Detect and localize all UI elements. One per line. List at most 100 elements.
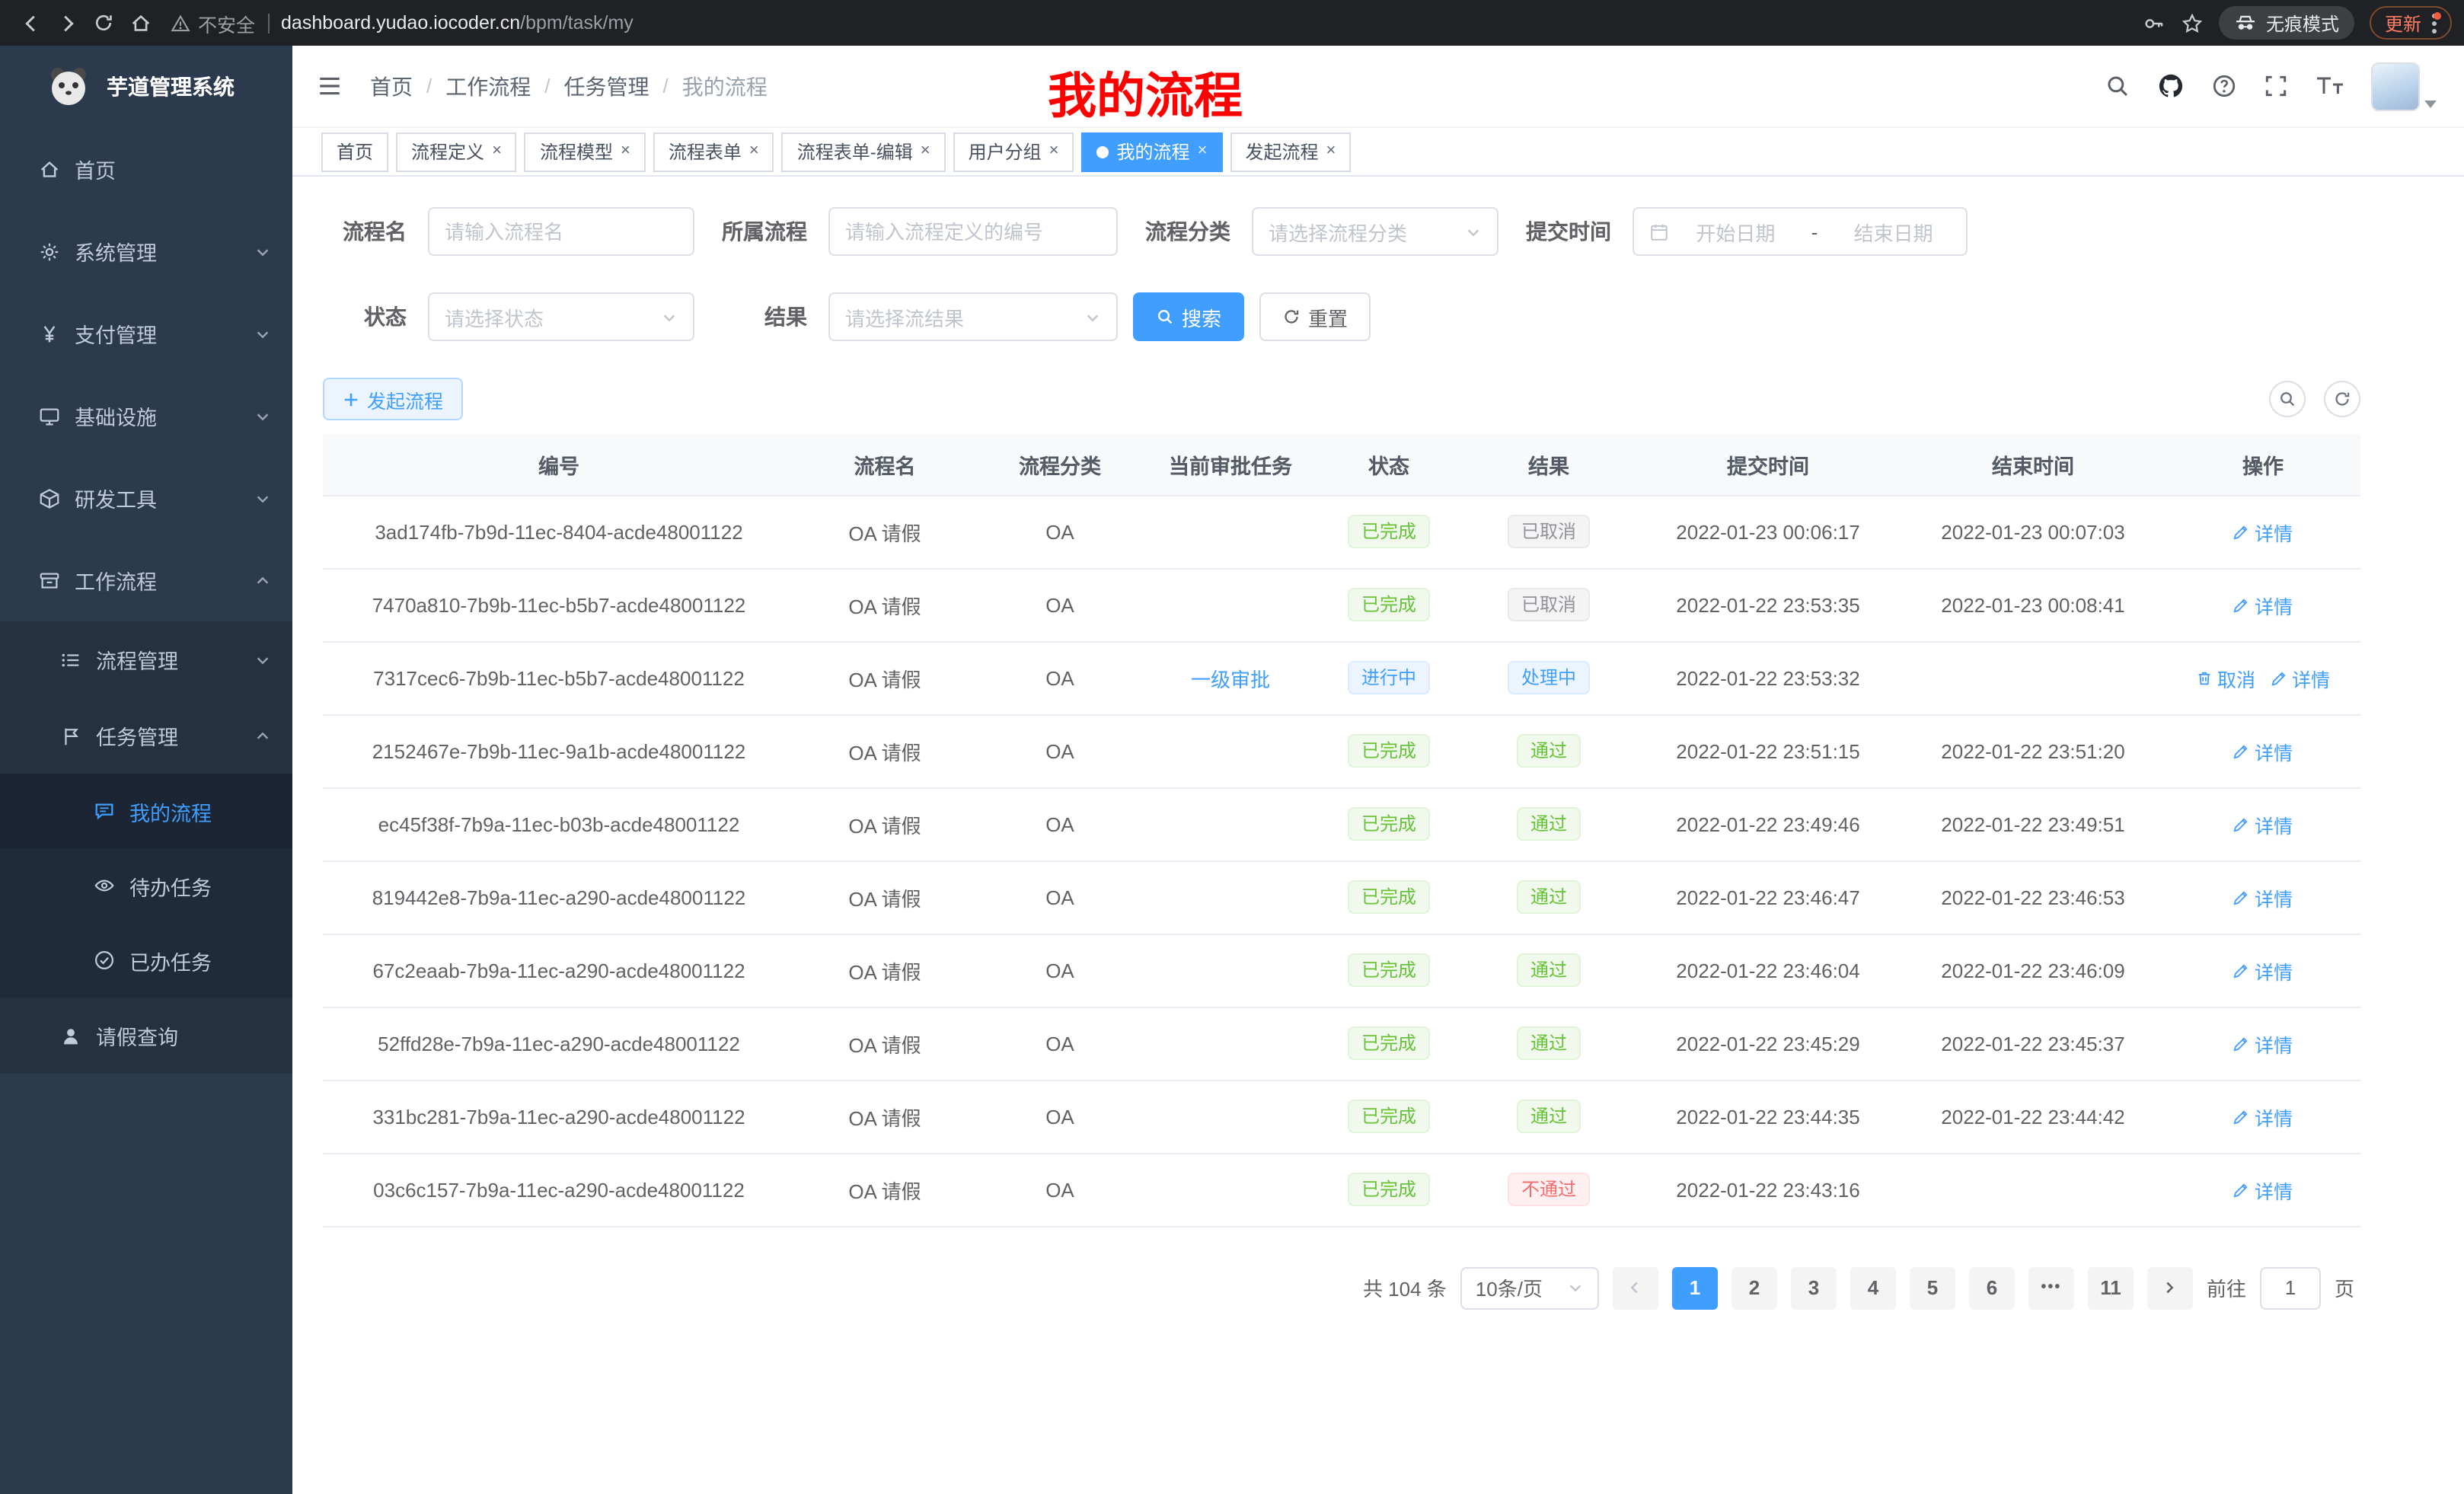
goto-prefix: 前往	[2207, 1273, 2246, 1302]
close-icon[interactable]: ×	[1049, 143, 1059, 160]
sidebar-item-system[interactable]: 系统管理	[0, 210, 292, 292]
sidebar-item-home[interactable]: 首页	[0, 128, 292, 210]
sidebar-item-devtools[interactable]: 研发工具	[0, 457, 292, 539]
browser-update-button[interactable]: 更新	[2370, 6, 2452, 40]
tab-process-form[interactable]: 流程表单×	[653, 132, 774, 171]
sidebar-item-infrastructure[interactable]: 基础设施	[0, 375, 292, 457]
tab-process-model[interactable]: 流程模型×	[525, 132, 646, 171]
cell-category: OA	[975, 860, 1145, 934]
close-icon[interactable]: ×	[1198, 143, 1208, 160]
detail-link[interactable]: 详情	[2271, 663, 2330, 692]
detail-link[interactable]: 详情	[2233, 1175, 2293, 1204]
page-size-select[interactable]: 10条/页	[1460, 1266, 1599, 1309]
cancel-link[interactable]: 取消	[2196, 663, 2255, 692]
detail-link[interactable]: 详情	[2233, 883, 2293, 911]
status-tag: 进行中	[1348, 661, 1430, 694]
detail-link[interactable]: 详情	[2233, 1102, 2293, 1131]
status-tag: 已完成	[1348, 880, 1430, 914]
next-page-button[interactable]	[2147, 1266, 2193, 1309]
address-bar[interactable]: 不安全 dashboard.yudao.iocoder.cn/bpm/task/…	[171, 8, 2143, 37]
page-annotation: 我的流程	[1048, 58, 1243, 128]
avatar[interactable]	[2371, 62, 2420, 110]
tab-my-process[interactable]: 我的流程×	[1082, 132, 1223, 171]
goto-page-input[interactable]	[2260, 1266, 2321, 1309]
search-icon[interactable]	[2105, 73, 2130, 99]
breadcrumb-workflow[interactable]: 工作流程	[445, 71, 531, 101]
tab-user-group[interactable]: 用户分组×	[953, 132, 1074, 171]
col-submit-time: 提交时间	[1636, 434, 1901, 495]
result-select[interactable]: 请选择流结果	[828, 292, 1118, 341]
reset-button[interactable]: 重置	[1259, 292, 1371, 341]
tab-start-process[interactable]: 发起流程×	[1230, 132, 1351, 171]
tab-home[interactable]: 首页	[321, 132, 388, 171]
breadcrumb-task-management[interactable]: 任务管理	[564, 71, 650, 101]
table-row: 3ad174fb-7b9d-11ec-8404-acde48001122 OA …	[323, 495, 2360, 568]
security-status[interactable]: 不安全	[171, 8, 255, 37]
refresh-button[interactable]	[2324, 381, 2360, 417]
current-task-link[interactable]: 一级审批	[1191, 663, 1270, 692]
user-menu[interactable]	[2371, 62, 2437, 110]
close-icon[interactable]: ×	[492, 143, 502, 160]
cell-current-task	[1145, 860, 1316, 934]
process-id-input[interactable]	[828, 207, 1118, 256]
browser-back-button[interactable]	[12, 5, 49, 41]
cell-status: 已完成	[1316, 1153, 1462, 1226]
cell-submit-time: 2022-01-22 23:53:35	[1636, 568, 1901, 641]
cell-category: OA	[975, 641, 1145, 714]
key-icon[interactable]	[2143, 11, 2166, 34]
close-icon[interactable]: ×	[1326, 143, 1336, 160]
process-name-input[interactable]	[428, 207, 694, 256]
breadcrumb-home[interactable]: 首页	[370, 71, 413, 101]
breadcrumb-separator: /	[663, 75, 669, 97]
detail-link[interactable]: 详情	[2233, 736, 2293, 765]
tab-process-form-edit[interactable]: 流程表单-编辑×	[782, 132, 946, 171]
close-icon[interactable]: ×	[921, 143, 930, 160]
sidebar-item-payment[interactable]: 支付管理	[0, 292, 292, 375]
browser-home-button[interactable]	[122, 5, 158, 41]
fullscreen-icon[interactable]	[2263, 73, 2289, 99]
sidebar-item-leave-query[interactable]: 请假查询	[0, 998, 292, 1074]
more-pages-button[interactable]: •••	[2028, 1266, 2074, 1309]
font-size-icon[interactable]	[2315, 73, 2345, 99]
page-button-6[interactable]: 6	[1969, 1266, 2015, 1309]
date-range-picker[interactable]: 开始日期 - 结束日期	[1633, 207, 1968, 256]
sidebar-item-workflow[interactable]: 工作流程	[0, 539, 292, 621]
prev-page-button[interactable]	[1613, 1266, 1658, 1309]
sidebar-item-process-management[interactable]: 流程管理	[0, 621, 292, 698]
start-process-button[interactable]: 发起流程	[323, 378, 463, 420]
end-date-placeholder[interactable]: 结束日期	[1836, 217, 1951, 246]
page-button-2[interactable]: 2	[1732, 1266, 1777, 1309]
category-select[interactable]: 请选择流程分类	[1252, 207, 1499, 256]
github-icon[interactable]	[2156, 72, 2185, 101]
sidebar-item-my-process[interactable]: 我的流程	[0, 774, 292, 848]
close-icon[interactable]: ×	[749, 143, 759, 160]
toggle-search-button[interactable]	[2269, 381, 2306, 417]
cell-end-time: 2022-01-22 23:46:53	[1901, 860, 2166, 934]
edit-icon	[2233, 1108, 2250, 1125]
breadcrumb-separator: /	[544, 75, 550, 97]
sidebar-item-done-tasks[interactable]: 已办任务	[0, 923, 292, 998]
detail-link[interactable]: 详情	[2233, 809, 2293, 838]
cell-category: OA	[975, 714, 1145, 787]
page-button-4[interactable]: 4	[1850, 1266, 1896, 1309]
browser-reload-button[interactable]	[85, 5, 122, 41]
search-button[interactable]: 搜索	[1133, 292, 1244, 341]
page-button-3[interactable]: 3	[1791, 1266, 1837, 1309]
sidebar-item-task-management[interactable]: 任务管理	[0, 698, 292, 774]
sidebar-item-todo-tasks[interactable]: 待办任务	[0, 848, 292, 923]
help-icon[interactable]	[2211, 73, 2237, 99]
browser-forward-button[interactable]	[49, 5, 85, 41]
close-icon[interactable]: ×	[621, 143, 630, 160]
page-button-11[interactable]: 11	[2088, 1266, 2134, 1309]
detail-link[interactable]: 详情	[2233, 590, 2293, 619]
sidebar-toggle-icon[interactable]	[317, 73, 343, 99]
page-button-5[interactable]: 5	[1910, 1266, 1955, 1309]
detail-link[interactable]: 详情	[2233, 1029, 2293, 1058]
start-date-placeholder[interactable]: 开始日期	[1678, 217, 1793, 246]
detail-link[interactable]: 详情	[2233, 517, 2293, 546]
detail-link[interactable]: 详情	[2233, 956, 2293, 985]
status-select[interactable]: 请选择状态	[428, 292, 694, 341]
tab-process-definition[interactable]: 流程定义×	[396, 132, 517, 171]
bookmark-star-icon[interactable]	[2181, 11, 2204, 34]
page-button-1[interactable]: 1	[1672, 1266, 1718, 1309]
